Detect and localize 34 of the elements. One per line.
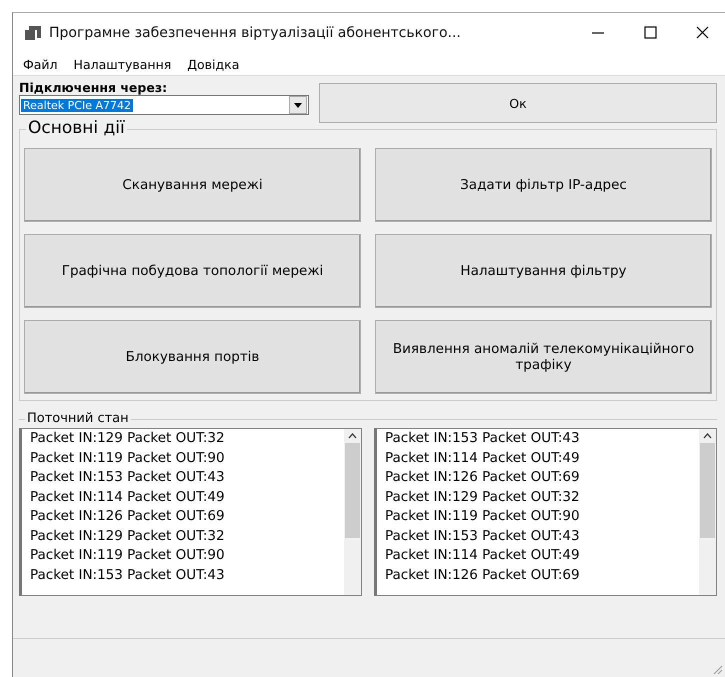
list-row-text: Packet IN:153 Packet OUT:43 (30, 566, 226, 584)
ok-button[interactable]: Ок (319, 83, 717, 123)
action-button[interactable]: Сканування мережі (24, 148, 361, 222)
list-row-text: Packet IN:129 Packet OUT:32 (30, 429, 226, 448)
list-row-text: Packet IN:119 Packet OUT:90 (30, 546, 226, 565)
list-row-text: Packet IN:126 Packet OUT:69 (30, 507, 226, 526)
app-icon (23, 24, 43, 42)
list-row-text: Packet IN:114 Packet OUT:49 (385, 546, 581, 565)
list-row-text: Packet IN:129 Packet OUT:32 (385, 488, 581, 506)
list-row-text: Packet IN:153 Packet OUT:43 (30, 468, 226, 487)
connection-label: Підключення через: (19, 80, 168, 95)
adapter-dropdown[interactable]: Realtek PCIe A7742 (19, 95, 309, 115)
list-row-text: Packet IN:119 Packet OUT:90 (385, 507, 581, 526)
list-row-text: Packet IN:126 Packet OUT:69 (385, 566, 581, 584)
action-button[interactable]: Налаштування фільтру (375, 234, 712, 308)
action-button[interactable]: Задати фільтр IP-адрес (375, 148, 712, 222)
menu-item[interactable]: Налаштування (74, 56, 172, 72)
scrollbar[interactable] (344, 429, 361, 595)
menu-item[interactable]: Довідка (187, 56, 240, 72)
list-row-text: Packet IN:119 Packet OUT:90 (30, 448, 226, 468)
menu-item[interactable]: Файл (23, 56, 58, 72)
action-button[interactable]: Виявлення аномалій телекомунікаційного трафіку (375, 320, 712, 394)
group-title: Основні дії (26, 118, 127, 138)
list-row-text: Packet IN:126 Packet OUT:69 (385, 468, 581, 487)
action-button[interactable]: Графічна побудова топології мережі (24, 234, 361, 308)
window-title: Програмне забезпечення віртуалізації абонентського... (49, 25, 462, 41)
list-row-text: Packet IN:114 Packet OUT:49 (385, 448, 581, 468)
list-row-text: Packet IN:114 Packet OUT:49 (30, 488, 226, 506)
scrollbar[interactable] (699, 429, 716, 595)
list-row-text: Packet IN:153 Packet OUT:43 (385, 429, 581, 448)
action-button[interactable]: Блокування портів (24, 320, 361, 394)
resize-grip-icon[interactable] (711, 663, 723, 675)
list-row-text: Packet IN:129 Packet OUT:32 (30, 526, 226, 546)
list-row-text: Packet IN:153 Packet OUT:43 (385, 526, 581, 546)
